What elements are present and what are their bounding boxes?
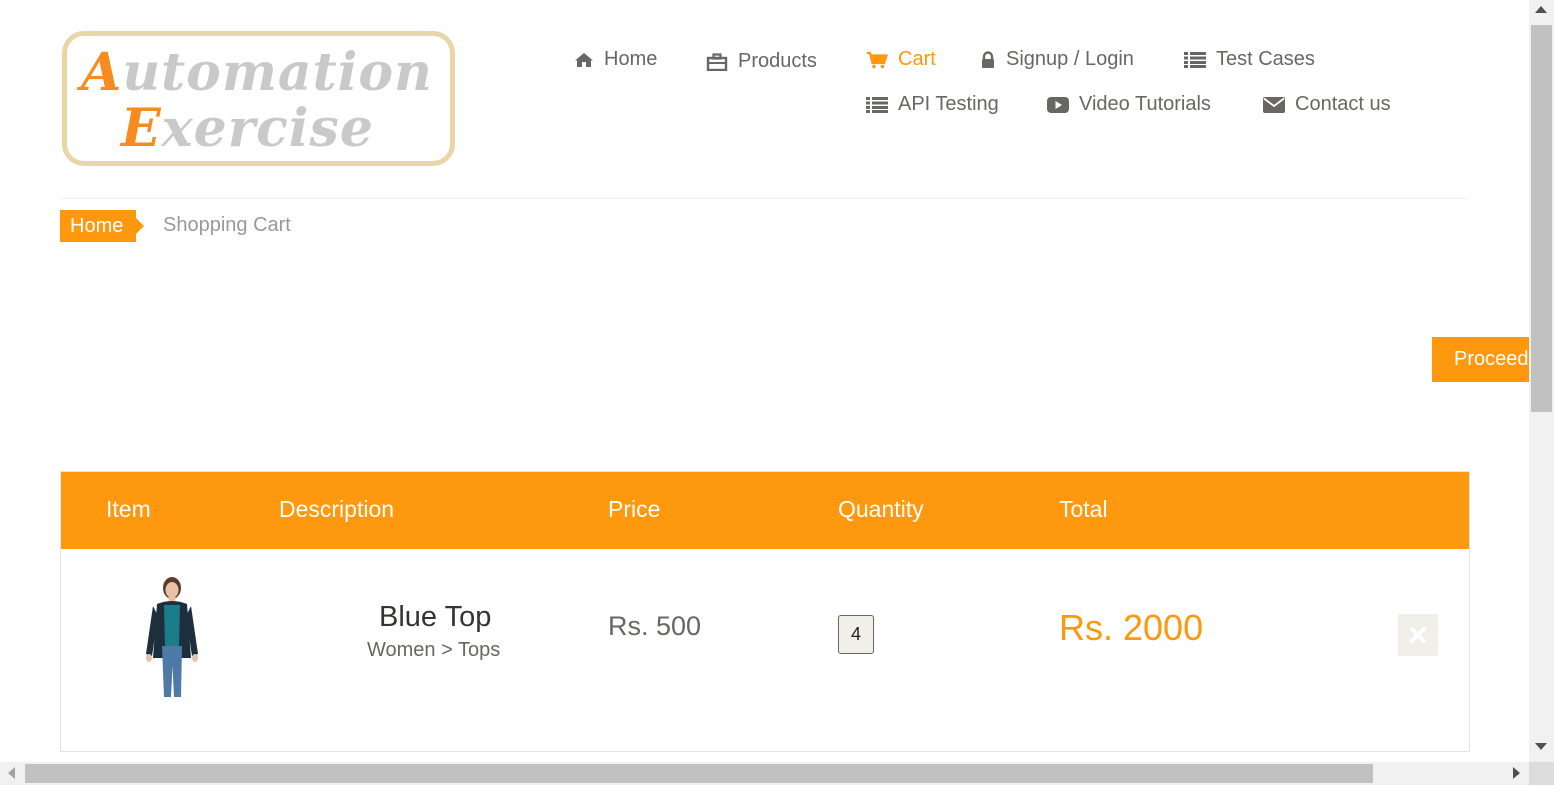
nav-products-label: Products [738, 50, 817, 72]
envelope-icon [1263, 96, 1285, 113]
site-logo[interactable]: Automation Exercise [62, 31, 455, 166]
scroll-up-arrow-icon[interactable] [1535, 6, 1547, 13]
product-price: Rs. 500 [608, 611, 702, 641]
cart-table: Item Description Price Quantity Total Bl… [60, 471, 1470, 752]
nav-contact-us[interactable]: Contact us [1263, 93, 1391, 116]
nav-contact-label: Contact us [1295, 93, 1391, 115]
scroll-right-arrow-icon[interactable] [1513, 767, 1520, 779]
scroll-down-arrow-icon[interactable] [1535, 743, 1547, 750]
header-divider [60, 198, 1468, 199]
header-quantity: Quantity [838, 496, 924, 522]
product-category: Women > Tops [367, 639, 501, 661]
nav-cart-label: Cart [898, 48, 936, 70]
scroll-left-arrow-icon[interactable] [8, 767, 15, 779]
cart-table-header: Item Description Price Quantity Total [61, 472, 1469, 549]
shopping-cart-icon [867, 51, 888, 68]
home-icon [575, 52, 593, 67]
close-icon [1410, 627, 1426, 643]
quantity-button[interactable]: 4 [838, 615, 874, 654]
header-description: Description [279, 496, 395, 522]
vertical-scrollbar-thumb[interactable] [1531, 25, 1552, 412]
lock-icon [982, 50, 994, 68]
logo-line-exercise: Exercise [121, 98, 374, 159]
nav-test-cases-label: Test Cases [1216, 48, 1315, 70]
horizontal-scrollbar-thumb[interactable] [25, 764, 1373, 783]
nav-api-testing-label: API Testing [898, 93, 999, 115]
nav-products[interactable]: Products [706, 50, 817, 73]
nav-test-cases[interactable]: Test Cases [1184, 48, 1315, 71]
nav-home-label: Home [604, 48, 658, 70]
delete-item-button[interactable] [1398, 614, 1438, 656]
youtube-play-icon [1047, 96, 1069, 113]
header-item: Item [106, 496, 151, 522]
nav-signup-login[interactable]: Signup / Login [980, 48, 1134, 71]
scrollbar-corner [1529, 762, 1554, 785]
logo-line-automation: Automation [81, 42, 433, 103]
breadcrumb-home[interactable]: Home [60, 210, 144, 242]
list-icon [1184, 51, 1206, 68]
header-price: Price [608, 496, 661, 522]
product-total: Rs. 2000 [1059, 607, 1204, 648]
nav-video-tutorials[interactable]: Video Tutorials [1047, 93, 1211, 116]
product-name[interactable]: Blue Top [379, 601, 491, 634]
nav-cart[interactable]: Cart [866, 48, 936, 71]
nav-signup-label: Signup / Login [1006, 48, 1134, 70]
nav-video-tutorials-label: Video Tutorials [1079, 93, 1211, 115]
proceed-to-checkout-button[interactable]: Proceed [1432, 337, 1532, 382]
nav-api-testing[interactable]: API Testing [866, 93, 999, 116]
breadcrumb-current: Shopping Cart [163, 214, 291, 236]
nav-home[interactable]: Home [574, 48, 657, 71]
list-icon [866, 96, 888, 113]
briefcase-icon [706, 52, 728, 71]
header-total: Total [1059, 496, 1108, 522]
